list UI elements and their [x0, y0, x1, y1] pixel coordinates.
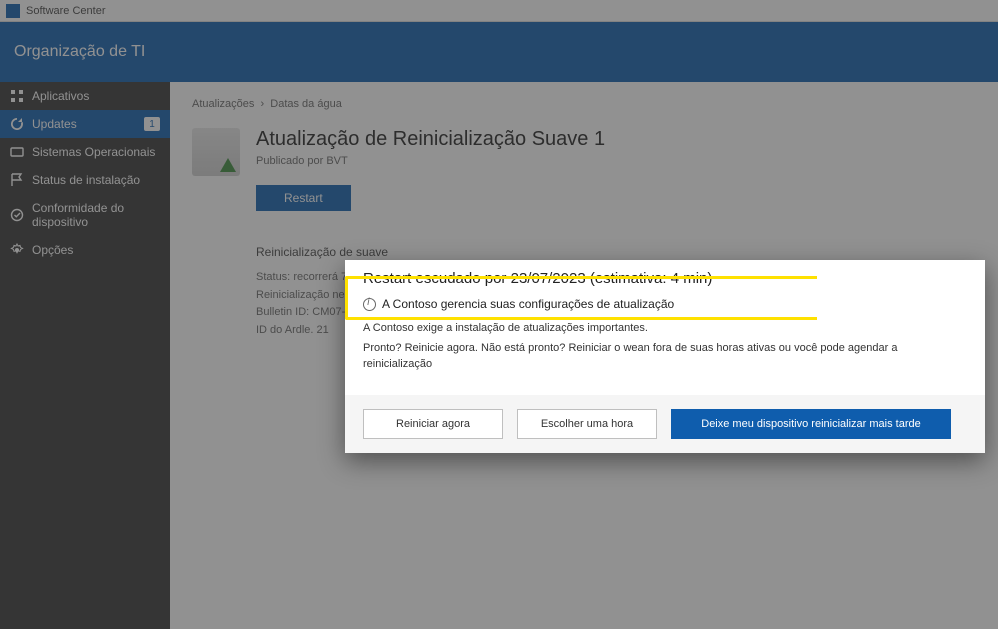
restart-dialog: Restart escudado por 23/07/2023 (estimat… [345, 260, 985, 453]
dialog-managed-info: A Contoso gerencia suas configurações de… [363, 297, 967, 311]
info-icon [363, 298, 376, 311]
dialog-body-line1: A Contoso exige a instalação de atualiza… [363, 321, 967, 337]
restart-now-button[interactable]: Reiniciar agora [363, 409, 503, 439]
dialog-body-line2: Pronto? Reinicie agora. Não está pronto?… [363, 341, 967, 373]
dialog-info-text: A Contoso gerencia suas configurações de… [382, 297, 674, 311]
pick-time-button[interactable]: Escolher uma hora [517, 409, 657, 439]
dialog-button-row: Reiniciar agora Escolher uma hora Deixe … [345, 395, 985, 453]
restart-later-button[interactable]: Deixe meu dispositivo reinicializar mais… [671, 409, 951, 439]
dialog-title: Restart escudado por 23/07/2023 (estimat… [363, 270, 967, 287]
